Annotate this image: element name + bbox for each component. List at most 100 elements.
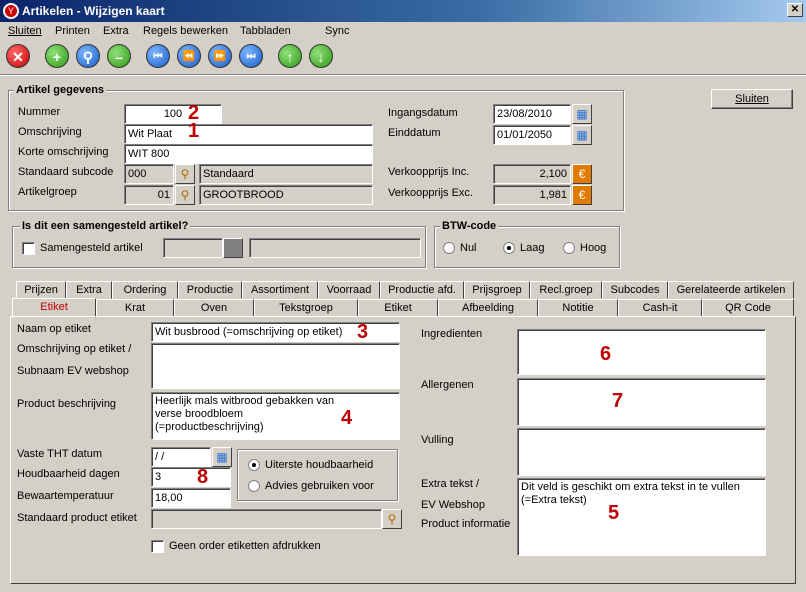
- allergenen-field[interactable]: [517, 378, 766, 426]
- uiterste-houdbaarheid-label: Uiterste houdbaarheid: [265, 459, 374, 471]
- houdbaarheid-dagen-field[interactable]: 3: [151, 467, 231, 487]
- tab-qr-code[interactable]: QR Code: [702, 299, 794, 317]
- einddatum-field[interactable]: 01/01/2050: [493, 125, 571, 145]
- subnaam-ev-webshop-label: Subnaam EV webshop: [17, 365, 129, 377]
- tab-productie[interactable]: Productie: [178, 281, 242, 299]
- tab-voorraad[interactable]: Voorraad: [318, 281, 380, 299]
- btw-hoog-radio[interactable]: [563, 242, 575, 254]
- tht-calendar-icon[interactable]: ▦: [212, 447, 232, 467]
- vulling-field[interactable]: [517, 428, 766, 476]
- window-close-button[interactable]: ✕: [787, 3, 803, 17]
- tab-productie-afd[interactable]: Productie afd.: [380, 281, 464, 299]
- btw-nul-label: Nul: [460, 242, 477, 254]
- next-record-button[interactable]: ⏩: [208, 44, 232, 68]
- vaste-tht-datum-label: Vaste THT datum: [17, 448, 102, 460]
- ingredienten-label: Ingredienten: [421, 328, 483, 340]
- verkoopprijs-inc-field[interactable]: 2,100: [493, 164, 571, 184]
- menu-tabbladen[interactable]: Tabbladen: [240, 22, 291, 40]
- tab-etiket[interactable]: Etiket: [358, 299, 438, 317]
- nummer-field[interactable]: 100: [124, 104, 222, 124]
- samengesteld-label: Samengesteld artikel: [40, 242, 143, 254]
- tab-recl-groep[interactable]: Recl.groep: [530, 281, 602, 299]
- euro-exc-icon[interactable]: €: [572, 185, 592, 205]
- tab-etiket-active[interactable]: Etiket: [12, 298, 96, 318]
- tab-assortiment[interactable]: Assortiment: [242, 281, 318, 299]
- menu-sluiten[interactable]: Sluiten: [8, 22, 42, 40]
- tab-krat[interactable]: Krat: [96, 299, 174, 317]
- first-record-button[interactable]: ⏮: [146, 44, 170, 68]
- tab-extra[interactable]: Extra: [66, 281, 112, 299]
- geen-order-checkbox[interactable]: [151, 540, 164, 553]
- tab-afbeelding[interactable]: Afbeelding: [438, 299, 538, 317]
- tab-ordering[interactable]: Ordering: [112, 281, 178, 299]
- subcode-search-icon[interactable]: ⚲: [175, 164, 195, 184]
- einddatum-label: Einddatum: [388, 127, 441, 139]
- tab-cash-it[interactable]: Cash-it: [618, 299, 702, 317]
- verkoopprijs-exc-field[interactable]: 1,981: [493, 185, 571, 205]
- standaard-etiket-search-icon[interactable]: ⚲: [382, 509, 402, 529]
- einddatum-calendar-icon[interactable]: ▦: [572, 125, 592, 145]
- move-down-button[interactable]: ↓: [309, 44, 333, 68]
- omschrijving-field[interactable]: Wit Plaat: [124, 124, 373, 144]
- tab-notitie[interactable]: Notitie: [538, 299, 618, 317]
- product-beschrijving-field[interactable]: Heerlijk mals witbrood gebakken van vers…: [151, 392, 400, 440]
- vulling-label: Vulling: [421, 434, 454, 446]
- artikel-gegevens-title: Artikel gegevens: [14, 84, 107, 96]
- omschrijving-op-etiket-label: Omschrijving op etiket /: [17, 343, 132, 355]
- btw-laag-radio[interactable]: [503, 242, 515, 254]
- vaste-tht-datum-field[interactable]: / /: [151, 447, 211, 467]
- sluiten-button[interactable]: Sluiten: [711, 89, 793, 109]
- advies-gebruiken-radio[interactable]: [248, 480, 260, 492]
- remove-button[interactable]: –: [107, 44, 131, 68]
- verkoopprijs-exc-label: Verkoopprijs Exc.: [388, 187, 473, 199]
- tab-tekstgroep[interactable]: Tekstgroep: [254, 299, 358, 317]
- tab-prijzen[interactable]: Prijzen: [16, 281, 66, 299]
- subcode-field[interactable]: 000: [124, 164, 174, 184]
- naam-op-etiket-label: Naam op etiket: [17, 323, 91, 335]
- tab-prijsgroep[interactable]: Prijsgroep: [464, 281, 530, 299]
- menu-bar: Sluiten Printen Extra Regels bewerken Ta…: [0, 22, 806, 40]
- ingangsdatum-calendar-icon[interactable]: ▦: [572, 104, 592, 124]
- verkoopprijs-inc-label: Verkoopprijs Inc.: [388, 166, 470, 178]
- add-button[interactable]: +: [45, 44, 69, 68]
- menu-regels-bewerken[interactable]: Regels bewerken: [143, 22, 228, 40]
- bewaartemperatuur-field[interactable]: 18,00: [151, 488, 231, 508]
- bewaartemperatuur-label: Bewaartemperatuur: [17, 490, 114, 502]
- ingredienten-field[interactable]: [517, 329, 766, 375]
- extra-tekst-field[interactable]: Dit veld is geschikt om extra tekst in t…: [517, 478, 766, 556]
- annotation-5: 5: [608, 502, 620, 524]
- btw-hoog-label: Hoog: [580, 242, 607, 254]
- omschrijving-op-etiket-field[interactable]: [151, 343, 400, 389]
- menu-printen[interactable]: Printen: [55, 22, 90, 40]
- move-up-button[interactable]: ↑: [278, 44, 302, 68]
- ingangsdatum-field[interactable]: 23/08/2010: [493, 104, 571, 124]
- samengesteld-checkbox[interactable]: [22, 242, 35, 255]
- close-record-button[interactable]: ✕: [6, 44, 30, 68]
- korte-omschrijving-label: Korte omschrijving: [18, 146, 109, 158]
- subcode-name-field: Standaard: [199, 164, 373, 184]
- samengesteld-code-field[interactable]: [163, 238, 223, 258]
- standaard-product-etiket-label: Standaard product etiket: [17, 512, 137, 524]
- menu-extra[interactable]: Extra: [103, 22, 129, 40]
- uiterste-houdbaarheid-radio[interactable]: [248, 459, 260, 471]
- annotation-3: 3: [357, 321, 369, 343]
- product-beschrijving-label: Product beschrijving: [17, 398, 117, 410]
- tab-oven[interactable]: Oven: [174, 299, 254, 317]
- menu-sync[interactable]: Sync: [325, 22, 349, 40]
- annotation-2: 2: [188, 102, 200, 124]
- search-button[interactable]: ⚲: [76, 44, 100, 68]
- tab-subcodes[interactable]: Subcodes: [602, 281, 668, 299]
- annotation-8: 8: [197, 466, 209, 488]
- allergenen-label: Allergenen: [421, 379, 474, 391]
- samengesteld-picker-button[interactable]: [223, 238, 243, 258]
- artikelgroep-search-icon[interactable]: ⚲: [175, 185, 195, 205]
- last-record-button[interactable]: ⏭: [239, 44, 263, 68]
- btw-nul-radio[interactable]: [443, 242, 455, 254]
- btw-title: BTW-code: [440, 220, 499, 232]
- korte-omschrijving-field[interactable]: WIT 800: [124, 144, 373, 164]
- artikelgroep-field[interactable]: 01: [124, 185, 174, 205]
- prev-record-button[interactable]: ⏪: [177, 44, 201, 68]
- standaard-product-etiket-field[interactable]: [151, 509, 382, 529]
- tab-gerelateerde-artikelen[interactable]: Gerelateerde artikelen: [668, 281, 794, 299]
- euro-inc-icon[interactable]: €: [572, 164, 592, 184]
